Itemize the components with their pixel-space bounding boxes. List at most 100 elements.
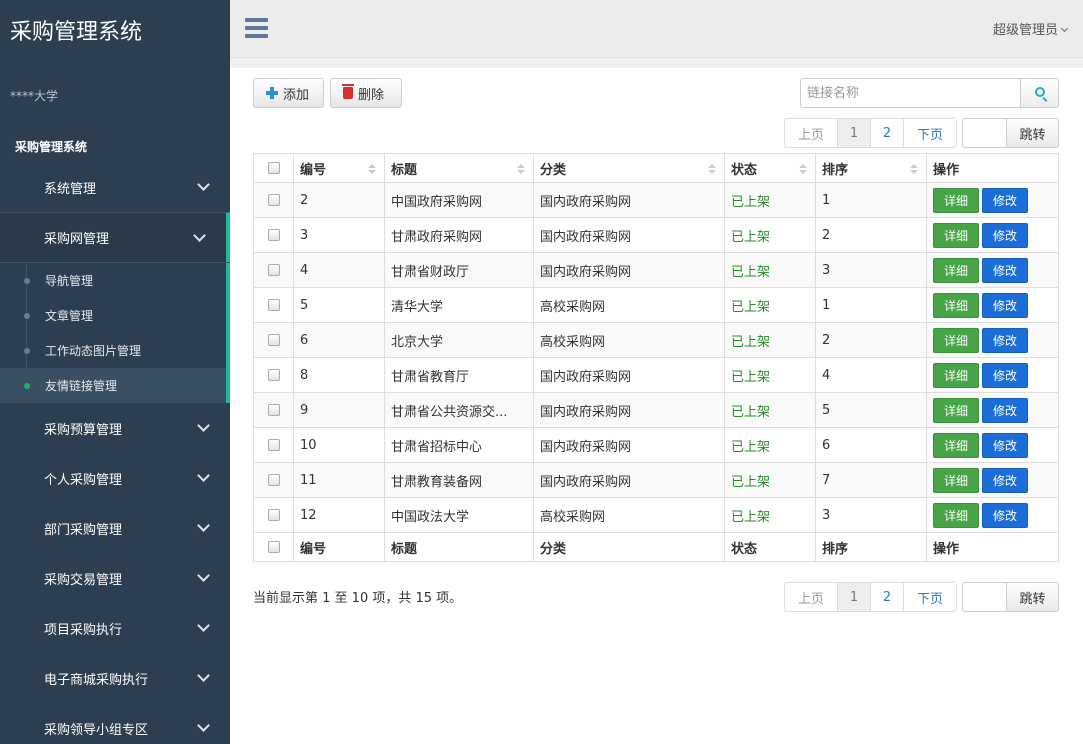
cell-id: 12 — [293, 497, 385, 533]
cell-order: 7 — [815, 462, 927, 498]
row-checkbox[interactable] — [267, 509, 280, 521]
jump-button[interactable]: 跳转 — [1006, 118, 1059, 148]
page-jump-input[interactable] — [962, 582, 1006, 612]
cell-order: 4 — [815, 357, 927, 393]
chevron-down-icon — [197, 719, 210, 732]
col-header-status[interactable]: 状态 — [724, 153, 816, 183]
row-checkbox[interactable] — [267, 264, 280, 276]
sidebar-item-procurement-web[interactable]: 采购网管理 — [0, 212, 230, 262]
col-header-title[interactable]: 标题 — [384, 153, 534, 183]
plus-icon — [266, 87, 278, 99]
row-checkbox[interactable] — [267, 439, 280, 451]
sort-icon — [368, 164, 376, 176]
select-all-checkbox[interactable] — [267, 162, 280, 174]
edit-button[interactable]: 修改 — [982, 222, 1028, 248]
sidebar-item-leadership[interactable]: 采购领导小组专区 — [0, 703, 230, 744]
cell-title: 甘肃省公共资源交... — [384, 392, 534, 428]
detail-button[interactable]: 详细 — [933, 397, 979, 423]
page-2-button[interactable]: 2 — [870, 118, 904, 148]
row-select-cell — [253, 322, 294, 358]
prev-page-button[interactable]: 上页 — [784, 582, 838, 612]
detail-button[interactable]: 详细 — [933, 222, 979, 248]
table-row: 11 甘肃教育装备网 国内政府采购网 已上架 7 详细 修改 — [253, 462, 1059, 498]
page-1-button[interactable]: 1 — [837, 582, 871, 612]
jump-button[interactable]: 跳转 — [1006, 582, 1059, 612]
sidebar-subitem-nav[interactable]: 导航管理 — [0, 263, 230, 298]
next-page-button[interactable]: 下页 — [903, 118, 957, 148]
prev-page-button[interactable]: 上页 — [784, 118, 838, 148]
cell-order: 3 — [815, 252, 927, 288]
detail-button[interactable]: 详细 — [933, 502, 979, 528]
row-select-cell — [253, 252, 294, 288]
menu-toggle-icon[interactable] — [245, 18, 268, 38]
cell-title: 甘肃省招标中心 — [384, 427, 534, 463]
row-checkbox[interactable] — [267, 334, 280, 346]
cell-actions: 详细 修改 — [926, 322, 1059, 358]
edit-button[interactable]: 修改 — [982, 257, 1028, 283]
cell-id: 8 — [293, 357, 385, 393]
chevron-down-icon — [193, 229, 206, 242]
sidebar-item-transaction[interactable]: 采购交易管理 — [0, 553, 230, 603]
cell-title-text: 甘肃省招标中心 — [391, 439, 483, 455]
cell-status: 已上架 — [724, 427, 816, 463]
sidebar-item-label: 系统管理 — [44, 181, 97, 197]
pagination-bottom: 上页 1 2 下页 — [784, 582, 957, 612]
detail-button[interactable]: 详细 — [933, 432, 979, 458]
cell-title-text: 中国政府采购网 — [391, 194, 483, 210]
detail-button[interactable]: 详细 — [933, 362, 979, 388]
row-checkbox[interactable] — [267, 369, 280, 381]
row-checkbox[interactable] — [267, 404, 280, 416]
sidebar-item-label: 采购交易管理 — [44, 572, 123, 588]
row-select-cell — [253, 357, 294, 393]
sidebar-subitem-news-images[interactable]: 工作动态图片管理 — [0, 333, 230, 368]
edit-button[interactable]: 修改 — [982, 292, 1028, 318]
delete-button[interactable]: 删除 — [330, 78, 402, 108]
page-1-button[interactable]: 1 — [837, 118, 871, 148]
cell-title: 中国政府采购网 — [384, 182, 534, 218]
next-page-button[interactable]: 下页 — [903, 582, 957, 612]
edit-button[interactable]: 修改 — [982, 502, 1028, 528]
col-header-category[interactable]: 分类 — [533, 153, 725, 183]
add-button[interactable]: 添加 — [253, 78, 324, 108]
row-checkbox[interactable] — [267, 299, 280, 311]
col-footer-category: 分类 — [533, 532, 725, 562]
col-label: 编号 — [300, 162, 327, 178]
search-button[interactable] — [1020, 78, 1059, 108]
cell-status: 已上架 — [724, 322, 816, 358]
sidebar-subitem-articles[interactable]: 文章管理 — [0, 298, 230, 333]
row-checkbox[interactable] — [267, 474, 280, 486]
sidebar-item-label: 电子商城采购执行 — [44, 672, 149, 688]
sidebar-item-personal[interactable]: 个人采购管理 — [0, 453, 230, 503]
edit-button[interactable]: 修改 — [982, 362, 1028, 388]
cell-order: 3 — [815, 497, 927, 533]
sidebar-subitem-links[interactable]: 友情链接管理 — [0, 368, 230, 403]
sidebar-item-system[interactable]: 系统管理 — [0, 162, 230, 212]
sidebar-item-project[interactable]: 项目采购执行 — [0, 603, 230, 653]
col-header-order[interactable]: 排序 — [815, 153, 927, 183]
sidebar-item-emall[interactable]: 电子商城采购执行 — [0, 653, 230, 703]
sidebar-item-department[interactable]: 部门采购管理 — [0, 503, 230, 553]
row-checkbox[interactable] — [267, 229, 280, 241]
edit-button[interactable]: 修改 — [982, 467, 1028, 493]
detail-button[interactable]: 详细 — [933, 467, 979, 493]
search-input[interactable] — [800, 78, 1020, 108]
col-footer-id: 编号 — [293, 532, 385, 562]
detail-button[interactable]: 详细 — [933, 257, 979, 283]
col-header-id[interactable]: 编号 — [293, 153, 385, 183]
edit-button[interactable]: 修改 — [982, 187, 1028, 213]
detail-button[interactable]: 详细 — [933, 292, 979, 318]
page-jump-input[interactable] — [962, 118, 1006, 148]
edit-button[interactable]: 修改 — [982, 327, 1028, 353]
sidebar-item-budget[interactable]: 采购预算管理 — [0, 403, 230, 453]
edit-button[interactable]: 修改 — [982, 432, 1028, 458]
pagination-top: 上页 1 2 下页 — [784, 118, 957, 148]
sidebar-item-label: 项目采购执行 — [44, 622, 123, 638]
detail-button[interactable]: 详细 — [933, 187, 979, 213]
edit-button[interactable]: 修改 — [982, 397, 1028, 423]
cell-id: 4 — [293, 252, 385, 288]
row-checkbox[interactable] — [267, 194, 280, 206]
detail-button[interactable]: 详细 — [933, 327, 979, 353]
page-2-button[interactable]: 2 — [870, 582, 904, 612]
user-menu[interactable]: 超级管理员 — [993, 19, 1069, 38]
select-all-checkbox[interactable] — [267, 541, 280, 553]
